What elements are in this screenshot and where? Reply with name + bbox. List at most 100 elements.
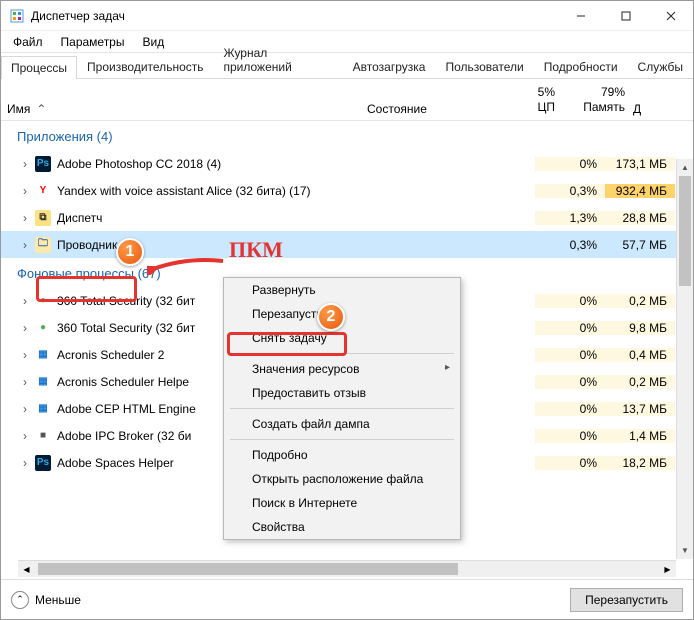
tabs: ПроцессыПроизводительностьЖурнал приложе… (1, 53, 693, 79)
scroll-up-icon[interactable]: ▲ (677, 159, 693, 176)
expand-icon[interactable]: › (17, 321, 33, 335)
mem-value: 173,1 МБ (605, 157, 675, 171)
menu-separator (230, 408, 454, 409)
expand-icon[interactable]: › (17, 375, 33, 389)
process-row[interactable]: ›Ps Adobe Photoshop CC 2018 (4) 0%173,1 МБ (1, 150, 693, 177)
cpu-value: 0,3% (535, 184, 605, 198)
app-icon: 🗀 (35, 237, 51, 253)
menu-options[interactable]: Параметры (53, 33, 133, 51)
cpu-value: 0% (535, 321, 605, 335)
app-icon: ⧉ (35, 210, 51, 226)
menu-item[interactable]: Поиск в Интернете (224, 491, 460, 515)
minimize-button[interactable] (558, 1, 603, 31)
app-icon: ■ (35, 428, 51, 444)
expand-icon[interactable]: › (17, 238, 33, 252)
scroll-thumb[interactable] (679, 176, 691, 286)
expand-icon[interactable]: › (17, 211, 33, 225)
menu-item[interactable]: Перезапустить (224, 302, 460, 326)
cpu-value: 0,3% (535, 238, 605, 252)
scroll-left-icon[interactable]: ◀ (18, 561, 35, 578)
menu-file[interactable]: Файл (5, 33, 51, 51)
scroll-down-icon[interactable]: ▼ (677, 542, 693, 559)
menu-item[interactable]: Развернуть (224, 278, 460, 302)
column-header: Имя ⌃ Состояние 5% ЦП 79% Память Д (1, 79, 693, 121)
tab-6[interactable]: Службы (628, 55, 693, 78)
mem-value: 1,4 МБ (605, 429, 675, 443)
expand-icon[interactable]: › (17, 157, 33, 171)
mem-value: 9,8 МБ (605, 321, 675, 335)
tab-3[interactable]: Автозагрузка (343, 55, 436, 78)
app-icon (9, 8, 25, 24)
hscroll-thumb[interactable] (38, 563, 458, 575)
expand-icon[interactable]: › (17, 348, 33, 362)
expand-icon[interactable]: › (17, 402, 33, 416)
cpu-value: 0% (535, 348, 605, 362)
cpu-value: 0% (535, 429, 605, 443)
col-name[interactable]: Имя ⌃ (1, 102, 367, 120)
mem-value: 28,8 МБ (605, 211, 675, 225)
scroll-right-icon[interactable]: ▶ (659, 561, 676, 578)
window-title: Диспетчер задач (31, 9, 558, 23)
col-state[interactable]: Состояние (367, 102, 493, 120)
mem-value: 18,2 МБ (605, 456, 675, 470)
app-icon: ● (35, 293, 51, 309)
process-row[interactable]: ›⧉ Диспетч 1,3%28,8 МБ (1, 204, 693, 231)
fewer-details-button[interactable]: ⌃ Меньше (11, 591, 81, 609)
menu-separator (230, 353, 454, 354)
cpu-value: 0% (535, 375, 605, 389)
process-name: Проводник (57, 238, 409, 252)
sort-chevron-icon: ⌃ (36, 102, 46, 116)
app-icon: ▦ (35, 401, 51, 417)
app-icon: ▦ (35, 347, 51, 363)
process-name: Диспетч (57, 211, 409, 225)
tab-4[interactable]: Пользователи (435, 55, 533, 78)
horizontal-scrollbar[interactable]: ◀ ▶ (18, 560, 676, 577)
mem-value: 13,7 МБ (605, 402, 675, 416)
cpu-value: 0% (535, 456, 605, 470)
titlebar: Диспетчер задач (1, 1, 693, 31)
expand-icon[interactable]: › (17, 294, 33, 308)
context-menu: РазвернутьПерезапуститьСнять задачу Значе… (223, 277, 461, 540)
tab-2[interactable]: Журнал приложений (214, 41, 343, 78)
expand-icon[interactable]: › (17, 456, 33, 470)
app-icon: ● (35, 320, 51, 336)
menu-item[interactable]: Подробно (224, 443, 460, 467)
menu-item[interactable]: Создать файл дампа (224, 412, 460, 436)
menu-separator (230, 439, 454, 440)
col-mem[interactable]: 79% Память (563, 85, 633, 120)
footer: ⌃ Меньше Перезапустить (1, 579, 693, 619)
cpu-value: 1,3% (535, 211, 605, 225)
cpu-value: 0% (535, 157, 605, 171)
tab-5[interactable]: Подробности (534, 55, 628, 78)
app-icon: Ps (35, 455, 51, 471)
process-name: Adobe Photoshop CC 2018 (4) (57, 157, 409, 171)
mem-value: 0,2 МБ (605, 375, 675, 389)
app-icon: Y (35, 183, 51, 199)
tab-0[interactable]: Процессы (1, 56, 77, 79)
process-row[interactable]: ›🗀 Проводник 0,3%57,7 МБ (1, 231, 693, 258)
expand-icon[interactable]: › (17, 429, 33, 443)
col-extra[interactable]: Д (633, 102, 651, 120)
app-icon: Ps (35, 156, 51, 172)
maximize-button[interactable] (603, 1, 648, 31)
expand-icon[interactable]: › (17, 184, 33, 198)
close-button[interactable] (648, 1, 693, 31)
process-name: Yandex with voice assistant Alice (32 би… (57, 184, 409, 198)
col-cpu[interactable]: 5% ЦП (493, 85, 563, 120)
mem-value: 0,4 МБ (605, 348, 675, 362)
menubar: Файл Параметры Вид (1, 31, 693, 53)
menu-view[interactable]: Вид (134, 33, 172, 51)
restart-button[interactable]: Перезапустить (570, 588, 683, 612)
mem-value: 0,2 МБ (605, 294, 675, 308)
menu-item[interactable]: Предоставить отзыв (224, 381, 460, 405)
vertical-scrollbar[interactable]: ▲ ▼ (676, 159, 693, 559)
mem-value: 57,7 МБ (605, 238, 675, 252)
menu-item[interactable]: Открыть расположение файла (224, 467, 460, 491)
process-row[interactable]: ›Y Yandex with voice assistant Alice (32 … (1, 177, 693, 204)
menu-item[interactable]: Снять задачу (224, 326, 460, 350)
app-icon: ▦ (35, 374, 51, 390)
menu-item[interactable]: Свойства (224, 515, 460, 539)
group-apps[interactable]: Приложения (4) (1, 121, 693, 150)
tab-1[interactable]: Производительность (77, 55, 213, 78)
menu-item[interactable]: Значения ресурсов (224, 357, 460, 381)
